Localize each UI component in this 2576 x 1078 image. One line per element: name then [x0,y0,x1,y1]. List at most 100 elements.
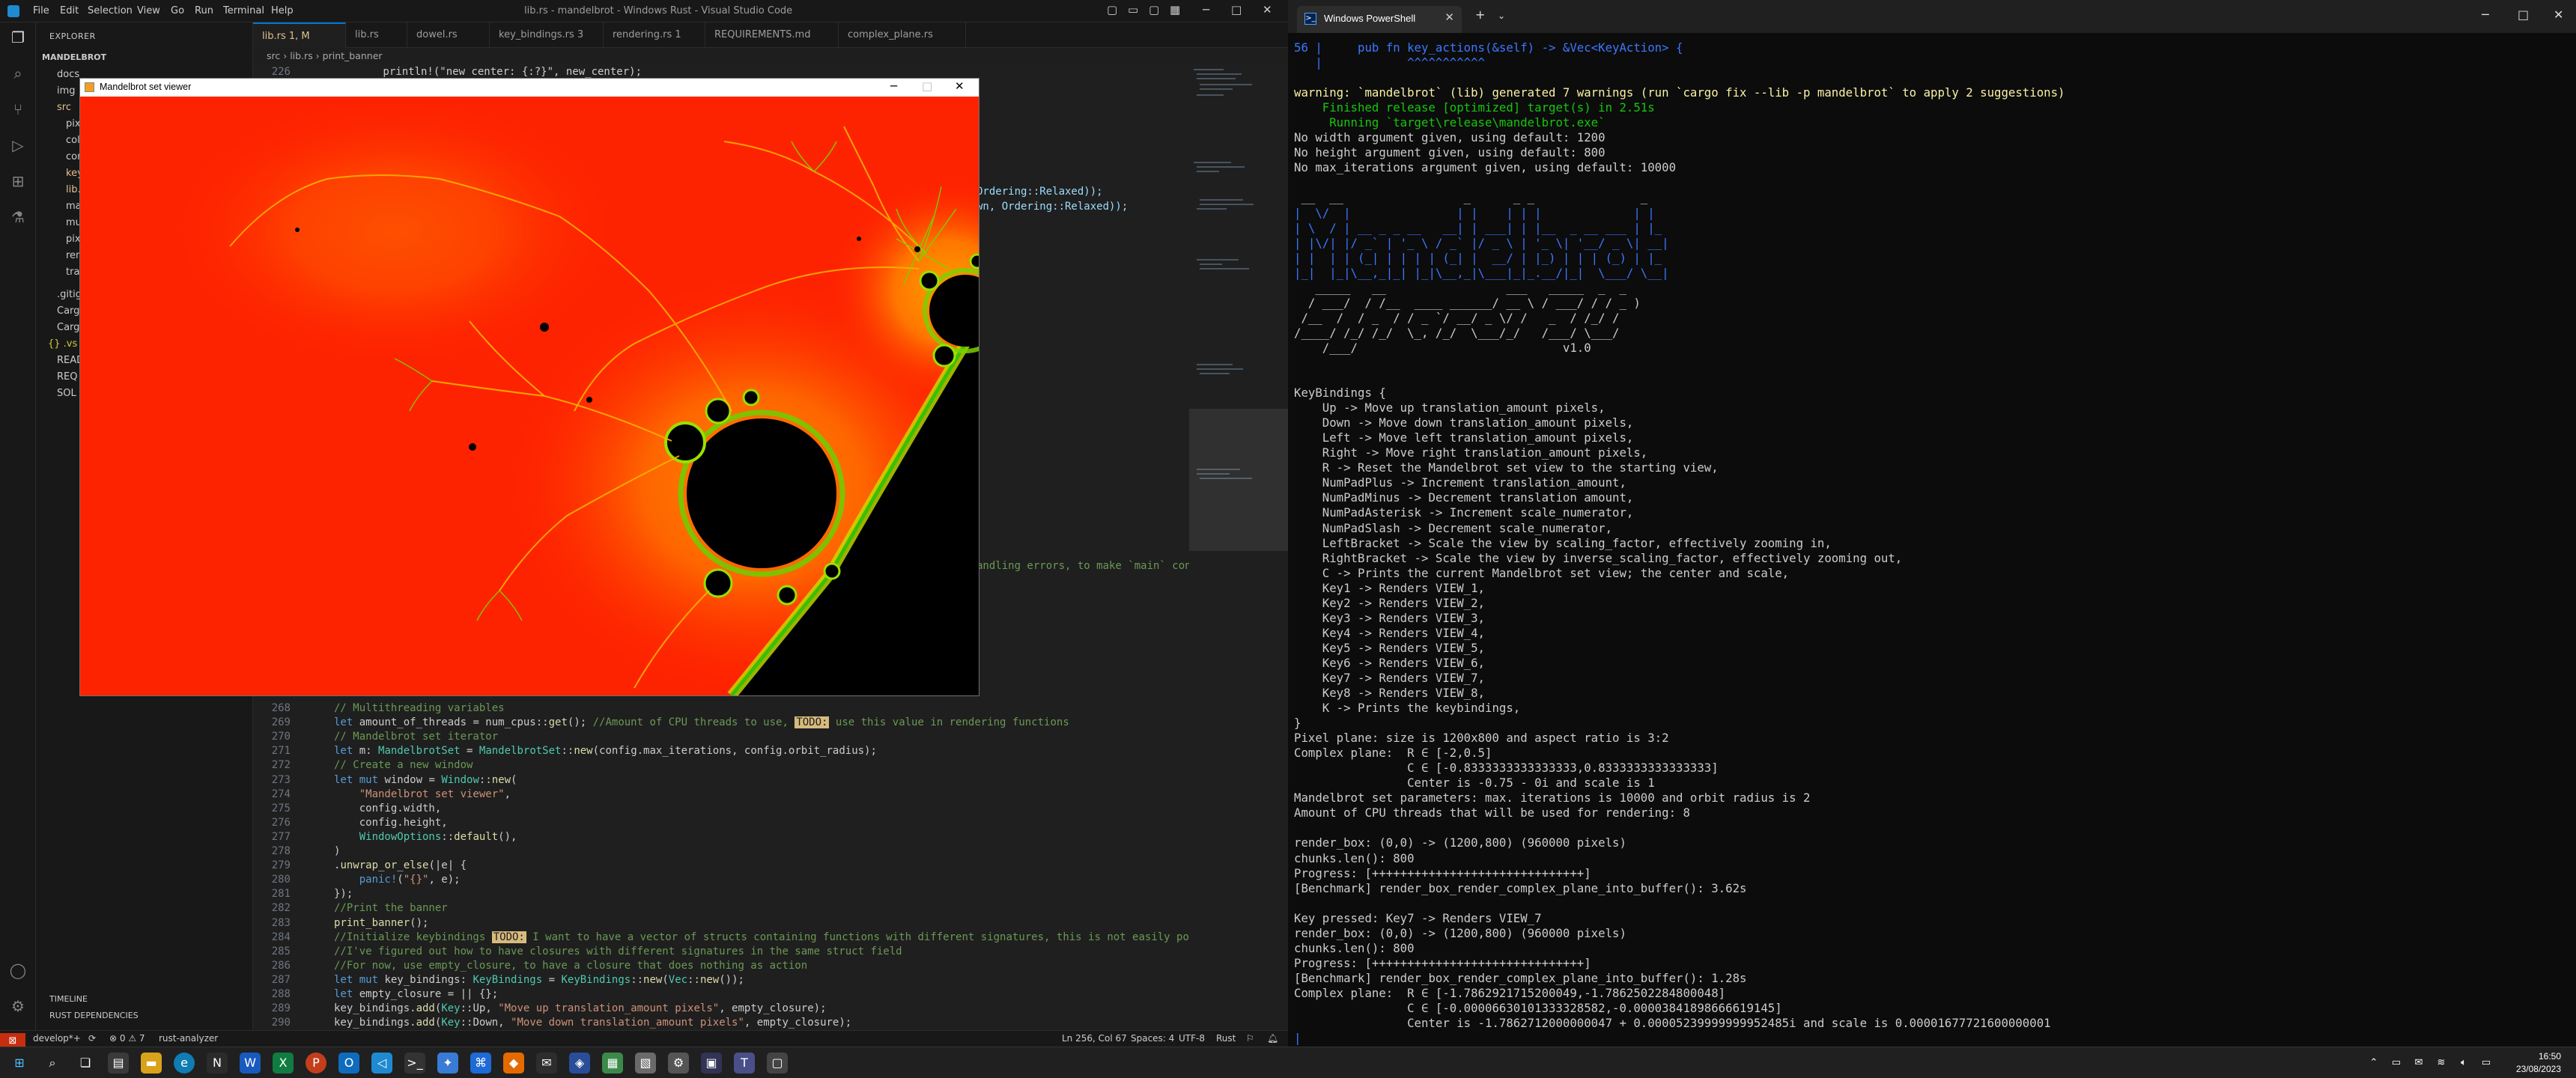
git-branch[interactable]: develop*+ [33,1033,81,1044]
outlook-icon[interactable]: O [338,1053,359,1074]
tree-item[interactable]: SOL [57,388,76,399]
app-taskbar-icon[interactable]: ✉ [536,1053,557,1074]
settings-gear-icon[interactable]: ⚙ [9,997,27,1015]
cursor-position[interactable]: Ln 256, Col 67 [1062,1033,1127,1044]
minimap[interactable] [1189,64,1288,1030]
run-debug-icon[interactable]: ▷ [9,136,27,154]
problems-count[interactable]: ⊗ 0 ⚠ 7 [109,1033,145,1044]
tab-dowel-rs[interactable]: dowel.rs [407,22,490,48]
tab-complex-plane-rs[interactable]: complex_plane.rs [839,22,966,48]
system-clock[interactable]: 16:50 23/08/2023 [2516,1050,2561,1076]
terminal-tab[interactable]: >_ Windows PowerShell ✕ [1297,6,1462,33]
start-button-icon[interactable]: ⊞ [9,1053,30,1074]
tray-chevron-icon[interactable]: ⌃ [2363,1053,2384,1074]
tree-item[interactable]: img [57,85,76,97]
rust-analyzer-status[interactable]: rust-analyzer [159,1033,218,1044]
menu-terminal[interactable]: Terminal [223,5,264,16]
tab-key-bindings-rs[interactable]: key_bindings.rs 3 [490,22,604,48]
chevron-down-icon[interactable]: ⌄ [1498,10,1505,21]
word-icon[interactable]: W [240,1053,261,1074]
search-icon[interactable]: ⌕ [42,1053,63,1074]
feedback-icon[interactable]: ⚐ [1246,1033,1254,1044]
mandelbrot-taskbar-icon[interactable]: ▢ [767,1053,788,1074]
menu-run[interactable]: Run [195,5,213,16]
toggle-secondary-icon[interactable]: ▢ [1149,3,1159,16]
new-tab-icon[interactable]: + [1475,7,1485,22]
excel-icon[interactable]: X [273,1053,294,1074]
tray-app-icon[interactable]: ✉ [2408,1053,2429,1074]
tab-lib-rs-active[interactable]: lib.rs 1, M [253,22,346,48]
tree-item[interactable]: pix [66,234,81,245]
tab-rendering-rs[interactable]: rendering.rs 1 [604,22,705,48]
close-icon[interactable]: ✕ [1263,3,1272,16]
tab-lib-rs[interactable]: lib.rs [346,22,407,48]
battery-icon[interactable]: ▭ [2476,1053,2497,1074]
vscode-taskbar-icon[interactable]: ◁ [371,1053,392,1074]
volume-icon[interactable]: 🔈︎ [2453,1053,2474,1074]
widgets-icon[interactable]: ▤ [108,1053,129,1074]
close-icon[interactable]: ✕ [955,79,965,93]
extensions-icon[interactable]: ⊞ [9,172,27,190]
menu-go[interactable]: Go [171,5,184,16]
tree-item[interactable]: .gitig [57,289,82,300]
tray-app-icon[interactable]: ▭ [2386,1053,2407,1074]
terminal-viewport[interactable]: 56 | pub fn key_actions(&self) -> &Vec<K… [1288,33,2576,1047]
tree-item[interactable]: col [66,135,80,146]
tree-item[interactable]: tra [66,267,79,278]
maximize-icon[interactable]: □ [1231,3,1242,16]
notifications-icon[interactable]: 🔔︎ [1267,1033,1278,1044]
maximize-icon[interactable]: □ [2518,7,2529,22]
terminal-taskbar-icon[interactable]: >_ [404,1053,425,1074]
minimize-icon[interactable]: ─ [2482,7,2489,22]
account-icon[interactable]: ◯ [9,961,27,979]
testing-icon[interactable]: ⚗ [9,208,27,226]
wifi-icon[interactable]: ≋ [2431,1053,2452,1074]
tab-requirements-md[interactable]: REQUIREMENTS.md [705,22,839,48]
app-taskbar-icon[interactable]: ⚙ [668,1053,689,1074]
menu-selection[interactable]: Selection [88,5,133,16]
mandelbrot-window-titlebar[interactable]: Mandelbrot set viewer ─ □ ✕ [80,79,979,97]
app-taskbar-icon[interactable]: ✦ [437,1053,458,1074]
explorer-icon[interactable]: ❐ [9,28,27,46]
app-taskbar-icon[interactable]: ◈ [569,1053,590,1074]
tree-item[interactable]: docs [57,69,79,80]
toggle-panel-icon[interactable]: ▭ [1128,3,1138,16]
indentation[interactable]: Spaces: 4 [1131,1033,1174,1044]
tree-item[interactable]: {} .vs [48,338,77,350]
menu-view[interactable]: View [137,5,160,16]
encoding[interactable]: UTF-8 [1179,1033,1205,1044]
tree-item[interactable]: Carg [57,322,79,333]
source-control-icon[interactable]: ⑂ [9,100,27,118]
breadcrumb[interactable]: src › lib.rs › print_banner [253,48,1288,64]
app-taskbar-icon[interactable]: ▦ [602,1053,623,1074]
project-root[interactable]: MANDELBROT [42,52,106,62]
timeline-section[interactable]: TIMELINE [49,994,88,1004]
file-explorer-icon[interactable]: ▬ [141,1053,162,1074]
menu-help[interactable]: Help [271,5,294,16]
sync-icon[interactable]: ⟳ [88,1033,96,1044]
language-mode[interactable]: Rust [1216,1033,1236,1044]
app-taskbar-icon[interactable]: ▣ [701,1053,722,1074]
layout-icon[interactable]: ▦ [1170,3,1180,16]
menu-edit[interactable]: Edit [60,5,79,16]
rust-dependencies-section[interactable]: RUST DEPENDENCIES [49,1011,139,1020]
app-taskbar-icon[interactable]: ▧ [635,1053,656,1074]
close-tab-icon[interactable]: ✕ [1445,10,1454,24]
mandelbrot-render[interactable] [80,97,979,695]
tree-item[interactable]: REQ [57,371,77,383]
minimize-icon[interactable]: ─ [890,79,897,93]
tree-item[interactable]: Carg [57,305,79,317]
edge-browser-icon[interactable]: e [174,1053,195,1074]
app-taskbar-icon[interactable]: ⌘ [470,1053,491,1074]
close-icon[interactable]: ✕ [2554,7,2563,22]
powerpoint-icon[interactable]: P [306,1053,326,1074]
app-taskbar-icon[interactable]: T [734,1053,755,1074]
app-taskbar-icon[interactable]: ◆ [503,1053,524,1074]
notion-icon[interactable]: N [207,1053,228,1074]
search-icon[interactable]: ⌕ [9,64,27,82]
tree-item[interactable]: src [57,102,71,113]
maximize-icon[interactable]: □ [922,79,932,93]
menu-file[interactable]: File [33,5,49,16]
task-view-icon[interactable]: ❏ [75,1053,96,1074]
toggle-sidebar-icon[interactable]: ▢ [1107,3,1117,16]
